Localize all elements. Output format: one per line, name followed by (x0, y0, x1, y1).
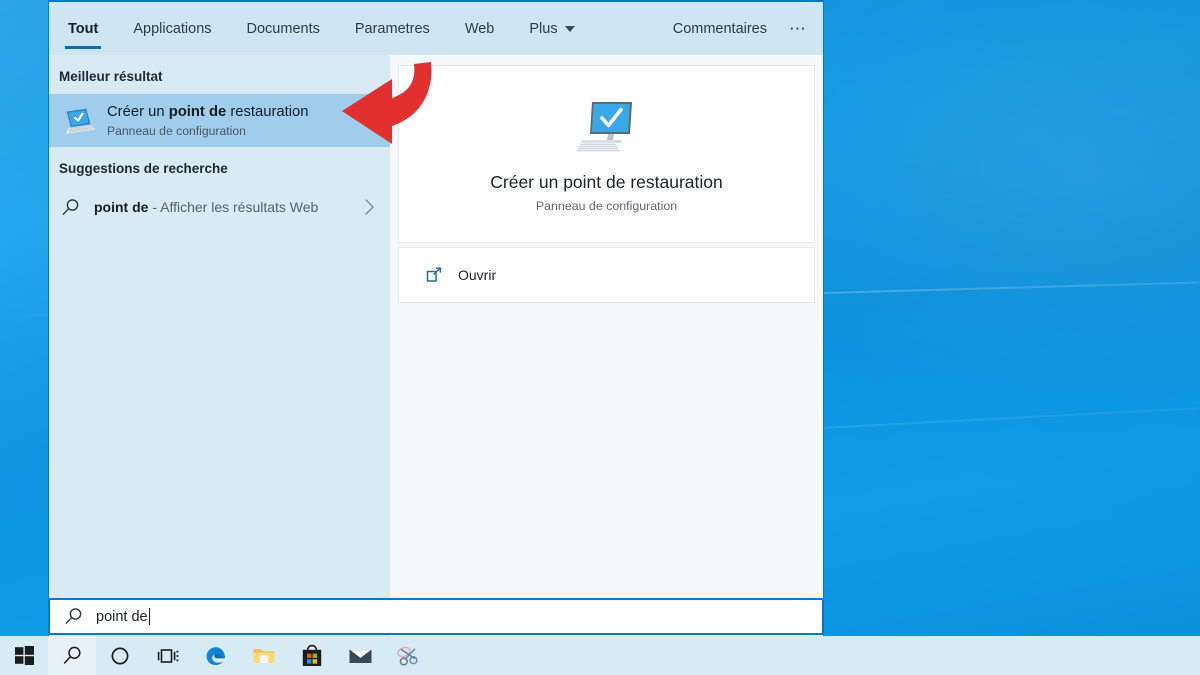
edge-button[interactable] (192, 636, 240, 675)
tab-plus[interactable]: Plus (529, 2, 575, 55)
tab-tout[interactable]: Tout (64, 2, 102, 55)
tab-documents[interactable]: Documents (247, 2, 320, 55)
microsoft-store-button[interactable] (288, 636, 336, 675)
search-tabbar: Tout Applications Documents Parametres W… (49, 2, 823, 55)
search-input[interactable]: point de (48, 598, 824, 635)
screen: Tout Applications Documents Parametres W… (0, 0, 1200, 675)
file-explorer-button[interactable] (240, 636, 288, 675)
preview-card: Créer un point de restauration Panneau d… (398, 65, 815, 243)
tab-label: Parametres (354, 20, 430, 37)
search-flyout: Tout Applications Documents Parametres W… (48, 0, 824, 638)
best-match-row[interactable]: Créer un point de restauration Panneau d… (49, 94, 390, 147)
taskbar-search-button[interactable] (48, 636, 96, 675)
scissors-icon (396, 645, 421, 667)
tab-web[interactable]: Web (465, 2, 495, 55)
ellipsis-icon[interactable]: ⋯ (789, 20, 807, 37)
text-cursor (148, 608, 150, 625)
flyout-body: Meilleur résultat Créer un point de rest… (49, 55, 823, 638)
tab-label: Documents (246, 20, 320, 37)
edge-icon (204, 644, 228, 668)
search-suggestion-row[interactable]: point de - Afficher les résultats Web (49, 186, 390, 228)
suggestion-description: - Afficher les résultats Web (148, 199, 319, 215)
tab-label: Plus (529, 20, 558, 37)
tab-label: Tout (68, 20, 99, 37)
chevron-right-icon[interactable] (363, 197, 376, 217)
search-icon (61, 198, 80, 217)
results-pane: Meilleur résultat Créer un point de rest… (49, 55, 390, 638)
preview-action-row[interactable]: Ouvrir (398, 247, 815, 303)
best-match-title-prefix: Créer un (107, 104, 169, 121)
tab-parametres[interactable]: Parametres (355, 2, 430, 55)
circle-icon (110, 646, 130, 666)
best-match-subtitle: Panneau de configuration (107, 123, 246, 138)
best-match-texts: Créer un point de restauration Panneau d… (107, 103, 308, 137)
tabbar-right-group: Commentaires ⋯ (673, 20, 823, 37)
open-external-icon (425, 266, 443, 284)
search-icon (64, 607, 83, 626)
start-button[interactable] (0, 636, 48, 675)
best-match-title-suffix: restauration (226, 104, 309, 121)
search-icon (62, 645, 83, 666)
chevron-down-icon (564, 25, 575, 32)
tab-applications[interactable]: Applications (133, 2, 211, 55)
search-input-value: point de (96, 608, 148, 625)
best-match-title: Créer un point de restauration (107, 103, 308, 121)
snipping-tool-button[interactable] (384, 636, 432, 675)
windows-logo-icon (14, 646, 34, 665)
best-match-header: Meilleur résultat (59, 69, 163, 84)
cortana-button[interactable] (96, 636, 144, 675)
store-icon (301, 644, 323, 667)
task-view-icon (157, 646, 179, 666)
best-match-title-highlight: point de (168, 104, 227, 121)
mail-button[interactable] (336, 636, 384, 675)
task-view-button[interactable] (144, 636, 192, 675)
tab-label: Applications (133, 20, 212, 37)
laptop-check-icon (61, 106, 95, 136)
tab-label: Web (464, 20, 495, 37)
preview-pane: Créer un point de restauration Panneau d… (390, 55, 823, 638)
monitor-check-icon (570, 96, 644, 158)
feedback-button[interactable]: Commentaires (673, 21, 767, 37)
taskbar (0, 636, 1200, 675)
preview-subtitle: Panneau de configuration (535, 198, 678, 213)
suggestion-text: point de - Afficher les résultats Web (94, 199, 318, 215)
mail-icon (348, 646, 373, 665)
open-action-label: Ouvrir (458, 267, 497, 283)
suggestion-query: point de (94, 199, 149, 215)
suggestions-header: Suggestions de recherche (59, 161, 228, 176)
preview-title: Créer un point de restauration (490, 171, 723, 192)
folder-icon (252, 645, 276, 666)
